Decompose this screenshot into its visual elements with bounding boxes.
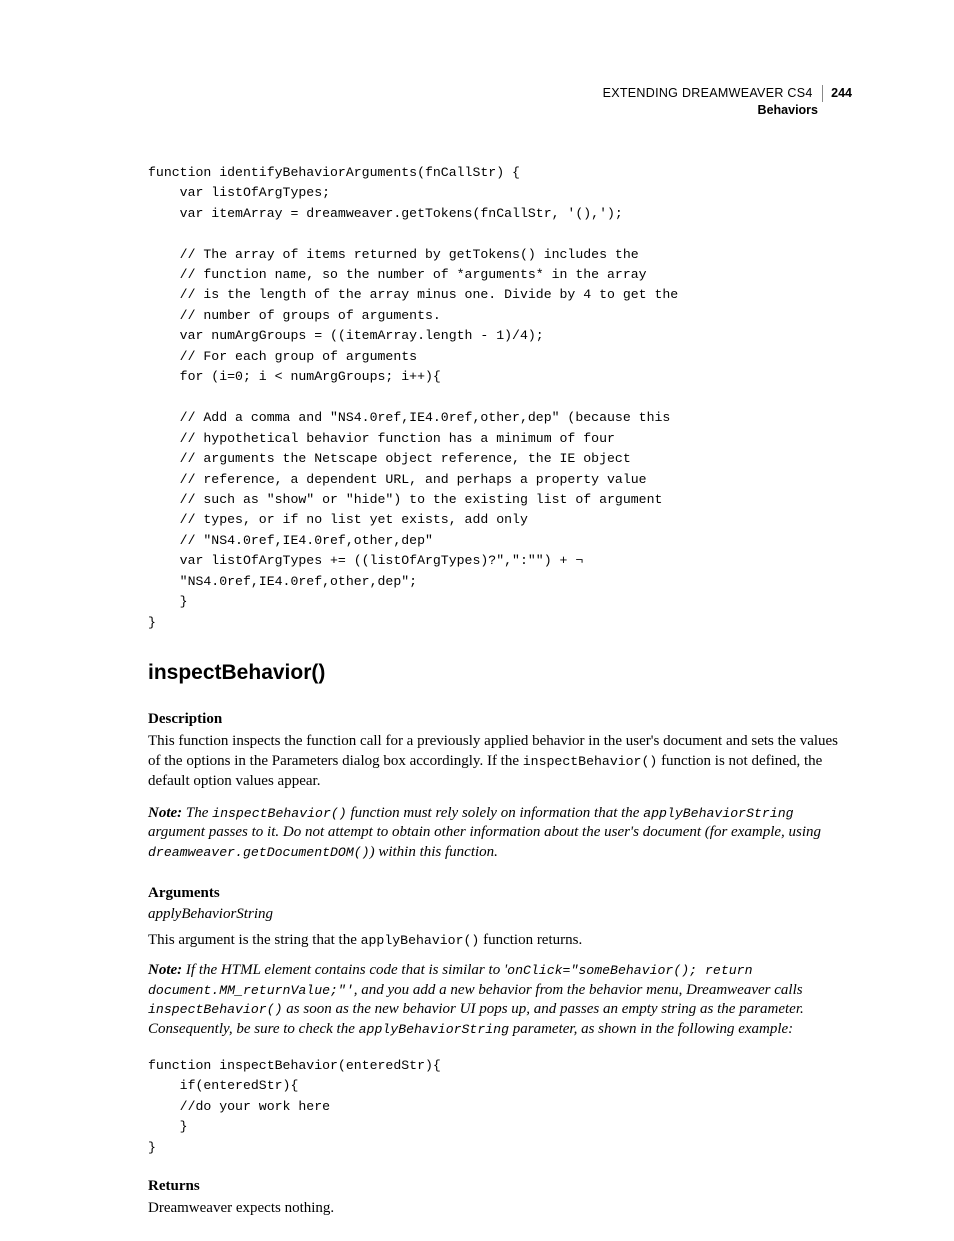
code-inline: applyBehavior() — [361, 933, 480, 948]
code-inline: applyBehaviorString — [359, 1022, 509, 1037]
note-label: Note: — [148, 805, 182, 821]
page-number: 244 — [822, 85, 852, 102]
header-title: EXTENDING DREAMWEAVER CS4 — [603, 86, 813, 100]
page-content: EXTENDING DREAMWEAVER CS4 244 Behaviors … — [148, 85, 852, 1241]
section-arguments: Arguments applyBehaviorString This argum… — [148, 885, 852, 1040]
header-section: Behaviors — [148, 102, 852, 119]
text: function returns. — [479, 932, 582, 948]
text: function must rely solely on information… — [347, 805, 644, 821]
text: This argument is the string that the — [148, 932, 361, 948]
code-inline: dreamweaver.getDocumentDOM() — [148, 845, 370, 860]
argument-description: This argument is the string that the app… — [148, 931, 852, 951]
description-paragraph: This function inspects the function call… — [148, 732, 852, 791]
code-inline: applyBehaviorString — [643, 806, 793, 821]
code-identify-behavior-arguments: function identifyBehaviorArguments(fnCal… — [148, 163, 852, 633]
note-label: Note: — [148, 962, 182, 978]
label-returns: Returns — [148, 1178, 852, 1195]
code-inline: inspectBehavior() — [212, 806, 347, 821]
code-inline: inspectBehavior() — [148, 1002, 283, 1017]
heading-inspect-behavior: inspectBehavior() — [148, 661, 852, 685]
code-inspect-behavior: function inspectBehavior(enteredStr){ if… — [148, 1056, 852, 1158]
text: The — [182, 805, 212, 821]
text: argument passes to it. Do not attempt to… — [148, 824, 821, 840]
description-note: Note: The inspectBehavior() function mus… — [148, 804, 852, 863]
section-description: Description This function inspects the f… — [148, 711, 852, 863]
label-arguments: Arguments — [148, 885, 852, 902]
section-returns: Returns Dreamweaver expects nothing. — [148, 1178, 852, 1219]
label-description: Description — [148, 711, 852, 728]
text: If the HTML element contains code that i… — [182, 962, 507, 978]
text: parameter, as shown in the following exa… — [509, 1021, 793, 1037]
text: , and you add a new behavior from the be… — [354, 982, 803, 998]
text: ) within this function. — [370, 844, 498, 860]
argument-name: applyBehaviorString — [148, 906, 852, 923]
code-inline: inspectBehavior() — [523, 754, 658, 769]
running-header: EXTENDING DREAMWEAVER CS4 244 Behaviors — [148, 85, 852, 119]
returns-text: Dreamweaver expects nothing. — [148, 1199, 852, 1219]
arguments-note: Note: If the HTML element contains code … — [148, 961, 852, 1040]
